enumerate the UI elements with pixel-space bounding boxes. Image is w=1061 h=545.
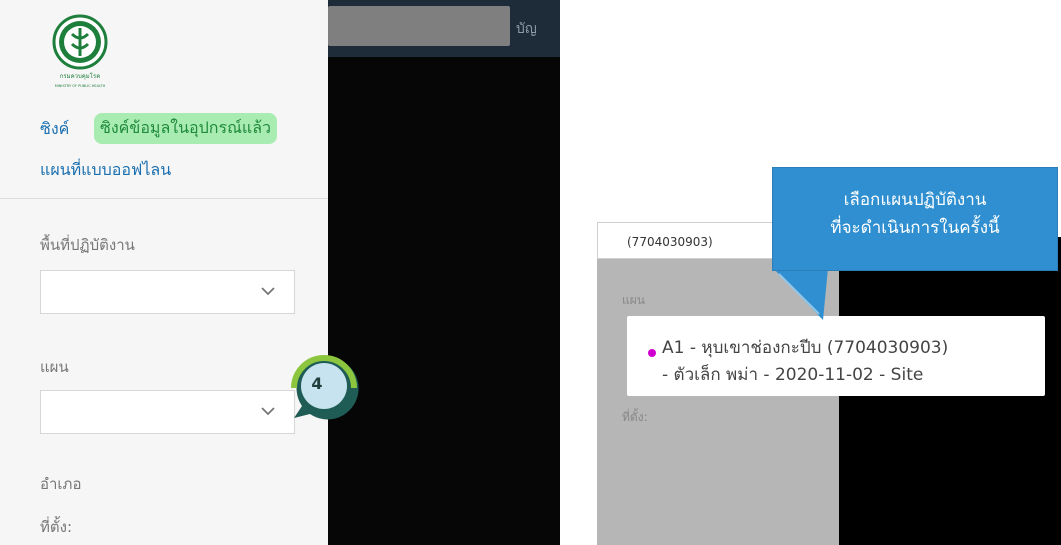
district-label: อำเภอ [40,475,82,493]
tooltip-line1: เลือกแผนปฏิบัติงาน [843,190,987,210]
location-label: ที่ตั้ง: [40,518,73,536]
logo-caption-thai: กรมควบคุมโรค [60,72,100,80]
area-label: พื้นที่ปฏิบัติงาน [40,236,135,254]
chevron-down-icon [261,287,275,296]
zoomed-plan-label: แผน [622,293,645,307]
divider [0,198,328,199]
top-bar-text: บัญ [516,21,537,37]
step-number: 4 [311,374,323,393]
sync-link[interactable]: ซิงค์ [40,117,69,142]
dark-overlay [328,0,560,545]
area-select[interactable] [40,270,295,314]
chevron-down-icon [261,407,275,416]
top-bar-input[interactable] [328,6,510,46]
plan-label: แผน [40,358,69,376]
zoomed-area-field-value: (7704030903) [627,235,713,249]
tooltip-line2: ที่จะดำเนินการในครั้งนี้ [830,218,1000,238]
zoomed-location-label: ที่ตั้ง: [622,410,648,424]
plan-option-line1: A1 - หุบเขาช่องกะปีบ (7704030903) [662,338,949,358]
ministry-logo-icon: กรมควบคุมโรค MINISTRY OF PUBLIC HEALTH [52,14,108,88]
tooltip: เลือกแผนปฏิบัติงาน ที่จะดำเนินการในครั้ง… [773,168,1057,270]
step-badge: 4 [286,348,362,424]
offline-map-link[interactable]: แผนที่แบบออฟไลน [40,158,171,183]
tooltip-tail [773,268,828,320]
sync-status-badge: ซิงค์ข้อมูลในอุปกรณ์แล้ว [94,113,278,144]
option-bullet-icon [648,349,656,357]
logo-caption-english: MINISTRY OF PUBLIC HEALTH [55,84,106,88]
plan-option-line2: - ตัวเล็ก พม่า - 2020-11-02 - Site [662,365,924,385]
plan-select[interactable] [40,390,295,434]
